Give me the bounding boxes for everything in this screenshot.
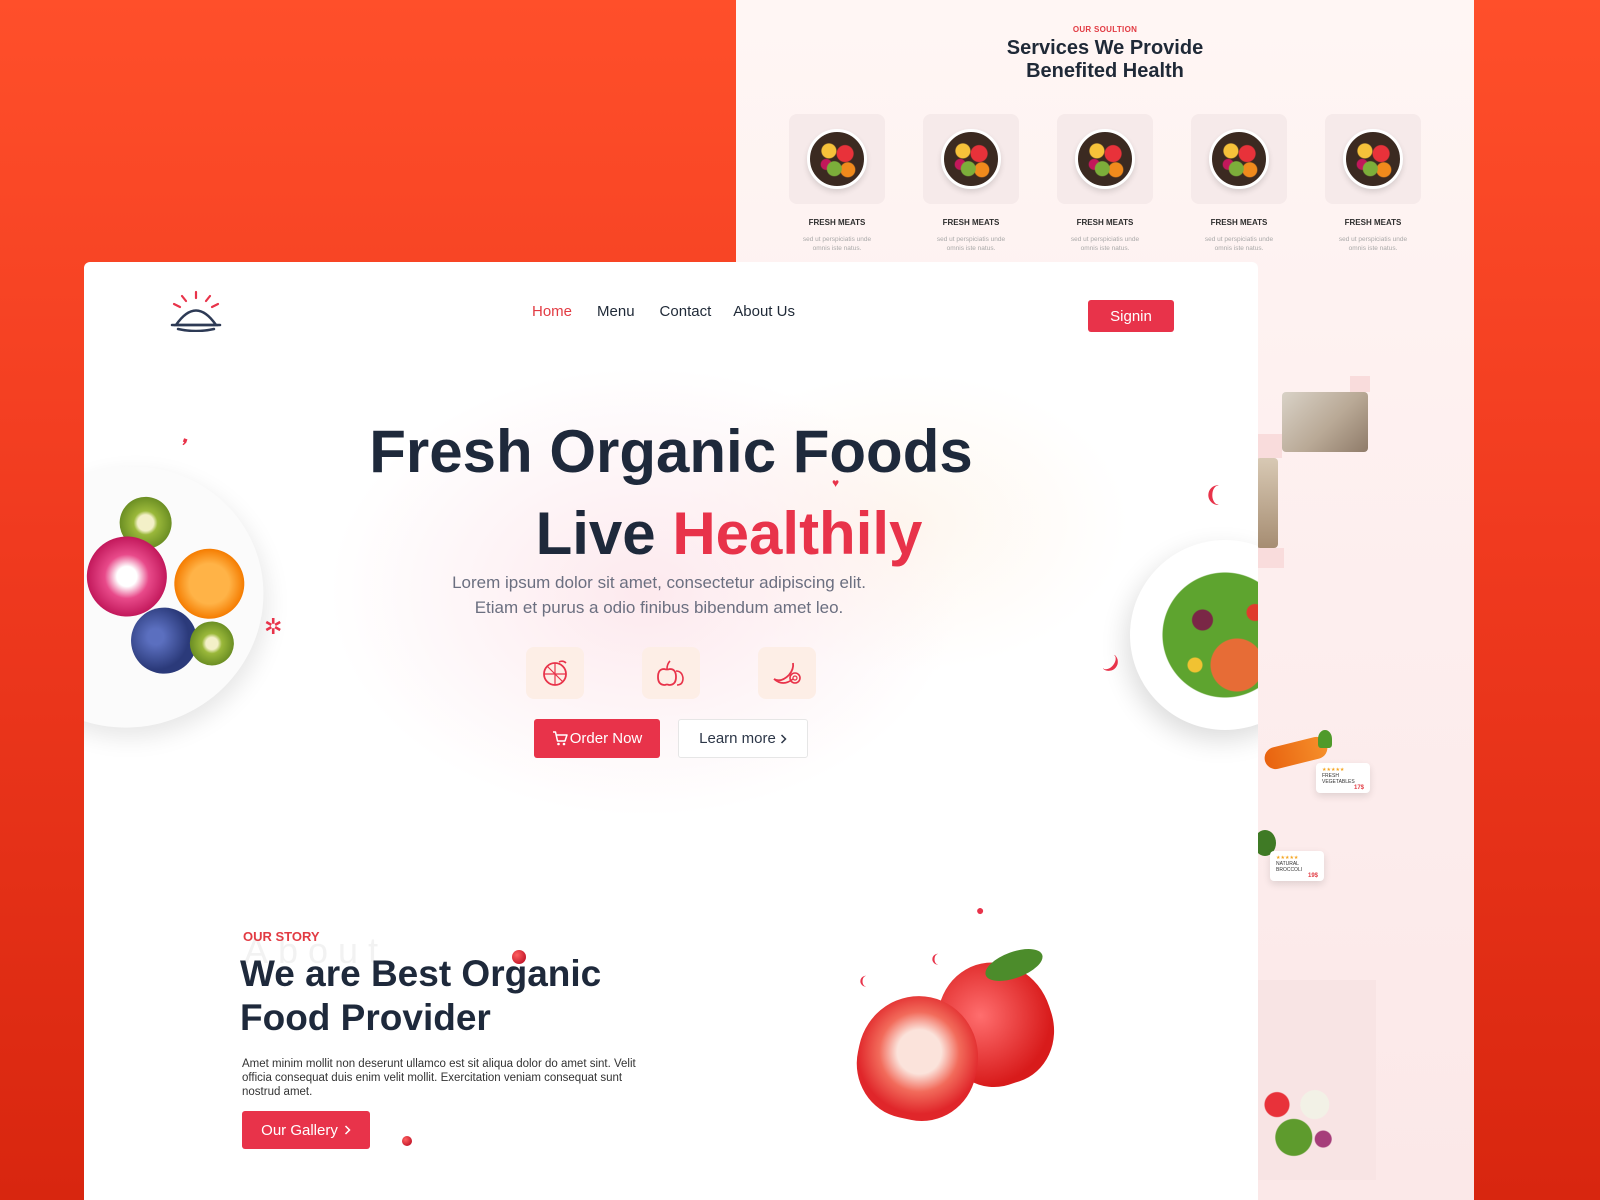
service-thumbnail [789,114,885,204]
story-eyebrow: OUR STORY [243,929,320,944]
main-nav: Home Menu Contact About Us [532,303,795,320]
salad-image [1150,560,1258,710]
decor-square [1258,434,1282,458]
cloche-icon[interactable] [170,290,222,332]
vegetables-basket-image [1256,1080,1340,1162]
fruit-bowl-image [1343,129,1403,189]
nav-home[interactable]: Home [532,303,572,320]
service-name: FRESH MEATS [1210,218,1268,227]
fruits-icon [657,660,684,686]
learn-more-label: Learn more [699,730,776,747]
hero-title-accent: Healthily [672,500,923,567]
cherry-image [402,1136,412,1146]
product-price: 19$ [1307,873,1318,879]
decor-drop-icon: ● [976,902,985,918]
couple-photo [1282,392,1368,452]
signin-button[interactable]: Signin [1088,300,1174,332]
decor-square [1350,376,1370,392]
cart-icon [552,731,568,746]
fruit-bowl-image [1075,129,1135,189]
product-name: FRESH VEGETABLES [1322,773,1355,785]
service-card[interactable]: FRESH MEATS sed ut perspiciatis unde omn… [923,114,1019,253]
service-thumbnail [1325,114,1421,204]
fruit-bowl-image [941,129,1001,189]
services-title: Services We Provide Benefited Health [736,37,1474,83]
service-card[interactable]: FRESH MEATS sed ut perspiciatis unde omn… [1325,114,1421,253]
feature-tile[interactable] [758,647,816,699]
order-now-button[interactable]: Order Now [534,719,660,758]
story-text: Amet minim mollit non deserunt ullamco e… [242,1058,636,1098]
decor-leaf-icon: ✲ [264,614,283,639]
decor-swoosh-icon: ❩ [1098,651,1126,679]
product-price: 17$ [1353,785,1364,791]
learn-more-button[interactable]: Learn more [678,719,808,758]
hero-description-line1: Lorem ipsum dolor sit amet, consectetur … [452,573,866,592]
service-thumbnail [1191,114,1287,204]
feature-tile[interactable] [526,647,584,699]
service-name: FRESH MEATS [1076,218,1134,227]
decor-swoosh-icon: ❨ [930,952,941,966]
hero-title-plain: Live [535,500,656,567]
story-title: We are Best Organic Food Provider [240,953,602,1038]
service-name: FRESH MEATS [1344,218,1402,227]
carrot-leaves-image [1318,730,1332,748]
services-eyebrow: OUR SOULTION [1072,25,1138,34]
hero-description: Lorem ipsum dolor sit amet, consectetur … [374,570,944,620]
feature-icons [526,647,816,699]
banana-icon [773,662,801,684]
fruit-bowl-image [807,129,867,189]
hero-subtitle-heading: Live Healthily [84,494,1258,574]
service-card[interactable]: FRESH MEATS sed ut perspiciatis unde omn… [789,114,885,253]
service-name: FRESH MEATS [808,218,866,227]
services-title-line1: Services We Provide [1006,37,1204,59]
service-thumbnail [1057,114,1153,204]
services-card-row: FRESH MEATS sed ut perspiciatis unde omn… [789,114,1421,253]
service-thumbnail [923,114,1019,204]
cherry-image [512,950,526,964]
service-desc: sed ut perspiciatis unde omnis iste natu… [1338,236,1408,252]
service-name: FRESH MEATS [942,218,1000,227]
hero-description-line2: Etiam et purus a odio finibus bibendum a… [474,598,844,617]
feature-tile[interactable] [642,647,700,699]
chevron-right-icon [780,733,787,744]
landing-page: Home Menu Contact About Us Signin ❜ ✲ ♥ … [84,262,1258,1200]
service-card[interactable]: FRESH MEATS sed ut perspiciatis unde omn… [1191,114,1287,253]
order-now-label: Order Now [569,730,643,747]
service-desc: sed ut perspiciatis unde omnis iste natu… [802,236,872,252]
service-desc: sed ut perspiciatis unde omnis iste natu… [1070,236,1140,252]
nav-contact[interactable]: Contact [660,303,712,320]
product-name: NATURAL BROCCOLI [1276,861,1303,873]
service-desc: sed ut perspiciatis unde omnis iste natu… [936,236,1006,252]
product-card[interactable]: ★★★★★ FRESH VEGETABLES 17$ [1316,763,1370,793]
product-card[interactable]: ★★★★★ NATURAL BROCCOLI 19$ [1270,851,1324,881]
citrus-icon [543,660,567,686]
nav-about-us[interactable]: About Us [733,303,795,320]
fruit-bowl-image [1209,129,1269,189]
hero-title: Fresh Organic Foods [369,418,973,485]
service-desc: sed ut perspiciatis unde omnis iste natu… [1204,236,1274,252]
services-title-line2: Benefited Health [1026,60,1184,82]
our-gallery-button[interactable]: Our Gallery [242,1111,370,1149]
decor-swoosh-icon: ❨ [858,974,869,988]
service-card[interactable]: FRESH MEATS sed ut perspiciatis unde omn… [1057,114,1153,253]
decor-square [1258,548,1284,568]
our-gallery-label: Our Gallery [261,1121,338,1139]
chevron-right-icon [344,1125,351,1135]
kitchen-photo [1256,458,1278,548]
nav-menu[interactable]: Menu [597,303,635,320]
